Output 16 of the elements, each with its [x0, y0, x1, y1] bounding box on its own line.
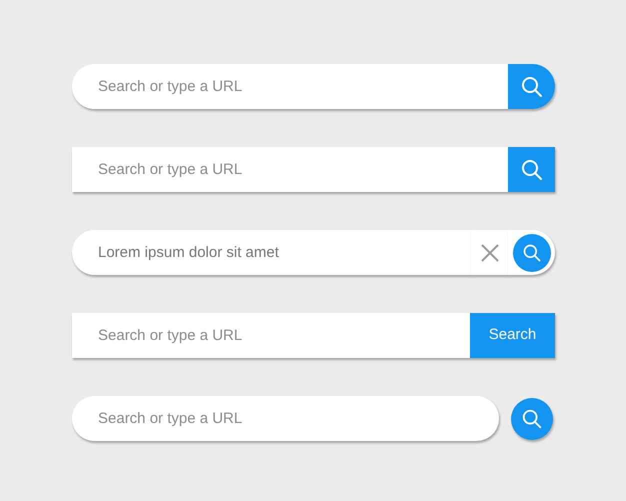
search-button[interactable]: Search: [470, 313, 555, 358]
search-field[interactable]: Search or type a URL: [72, 147, 508, 192]
search-button[interactable]: [508, 64, 555, 109]
search-field[interactable]: Search or type a URL: [72, 313, 470, 358]
search-button[interactable]: [508, 230, 555, 275]
search-icon: [522, 242, 542, 262]
clear-button[interactable]: [471, 230, 508, 275]
search-field[interactable]: Search or type a URL: [72, 64, 508, 109]
search-field[interactable]: Search or type a URL: [72, 396, 499, 441]
search-field[interactable]: Lorem ipsum dolor sit amet: [72, 230, 471, 275]
search-icon: [520, 74, 544, 98]
search-icon: [521, 408, 543, 430]
search-icon: [520, 158, 544, 182]
search-button[interactable]: [511, 398, 553, 440]
search-button[interactable]: [508, 147, 555, 192]
close-icon: [480, 244, 498, 262]
